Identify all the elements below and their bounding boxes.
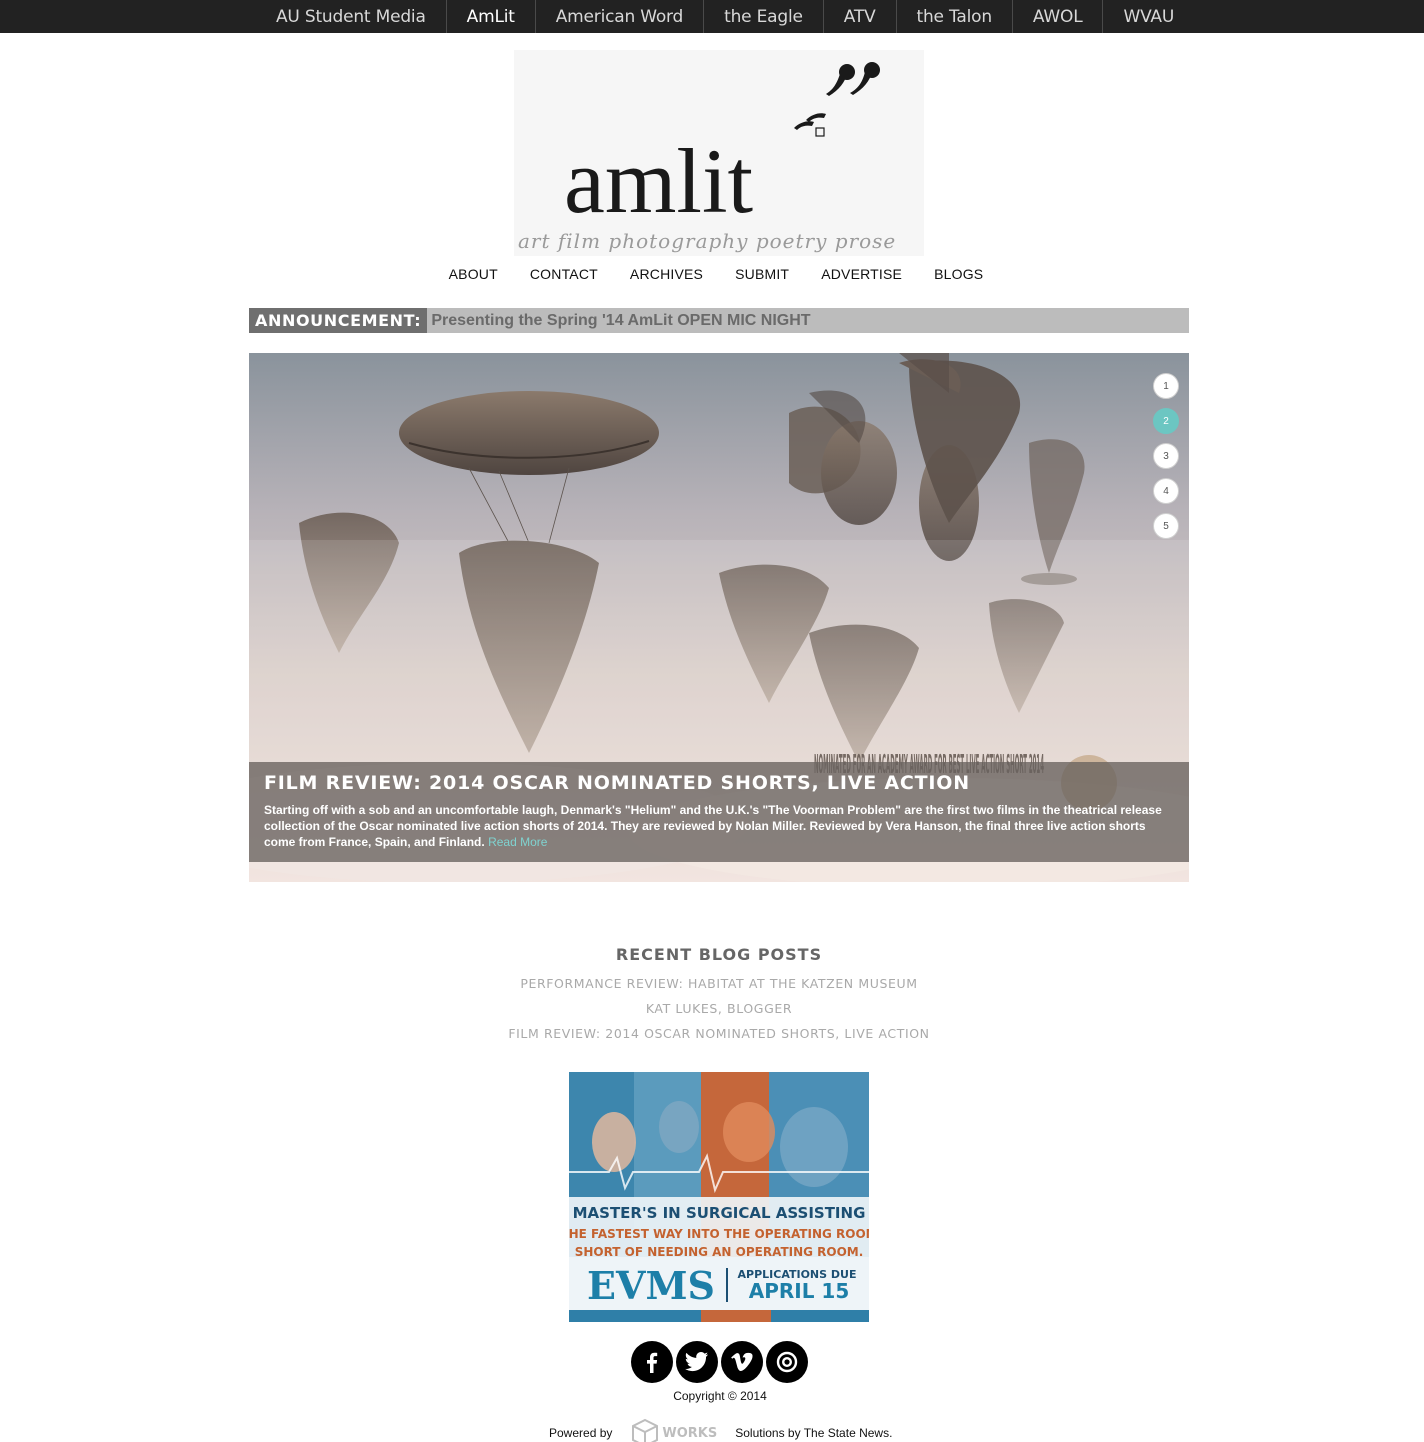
social-links (631, 1341, 808, 1383)
network-nav-the-talon[interactable]: the Talon (897, 0, 1013, 33)
main-nav-about[interactable]: ABOUT (433, 266, 514, 288)
twitter-icon[interactable] (676, 1341, 718, 1383)
powered-by-label: Powered by (549, 1426, 613, 1440)
slider-pagination: 1 2 3 4 5 (1153, 373, 1179, 539)
facebook-icon[interactable] (631, 1341, 673, 1383)
quote-mark-icon (794, 62, 880, 137)
recent-posts-heading: RECENT BLOG POSTS (615, 945, 823, 964)
ad-brand: EVMS (587, 1263, 715, 1308)
works-label: WORKS (662, 1425, 718, 1441)
featured-slider[interactable]: NOMINATED FOR AN ACADEMY AWARD FOR BEST … (249, 353, 1189, 882)
announcement-bar: ANNOUNCEMENT: Presenting the Spring '14 … (249, 308, 1189, 333)
network-nav-atv[interactable]: ATV (824, 0, 897, 33)
slider-dot-5[interactable]: 5 (1153, 513, 1179, 539)
vimeo-icon[interactable] (721, 1341, 763, 1383)
recent-post-link[interactable]: PERFORMANCE REVIEW: HABITAT AT THE KATZE… (14, 974, 1424, 999)
slider-dot-2[interactable]: 2 (1153, 408, 1179, 434)
ad-line-2: SHORT OF NEEDING AN OPERATING ROOM. (575, 1245, 864, 1259)
recent-posts-list: PERFORMANCE REVIEW: HABITAT AT THE KATZE… (0, 974, 1424, 1049)
logo-tagline: art film photography poetry prose (518, 229, 896, 253)
recent-blog-posts: RECENT BLOG POSTS PERFORMANCE REVIEW: HA… (0, 945, 1424, 1049)
logo-wordmark: amlit (564, 130, 754, 232)
solutions-link[interactable]: Solutions by The State News. (735, 1426, 892, 1440)
slider-dot-3[interactable]: 3 (1153, 443, 1179, 469)
main-nav-list: ABOUT CONTACT ARCHIVES SUBMIT ADVERTISE … (433, 266, 1000, 288)
main-nav-contact[interactable]: CONTACT (514, 266, 614, 288)
main-nav-advertise[interactable]: ADVERTISE (805, 266, 918, 288)
slide-excerpt: Starting off with a sob and an uncomfort… (264, 802, 1174, 850)
announcement-tag: ANNOUNCEMENT: (249, 308, 428, 333)
slide-excerpt-text: Starting off with a sob and an uncomfort… (264, 803, 1162, 849)
ad-headline: MASTER'S IN SURGICAL ASSISTING (573, 1204, 866, 1222)
recent-post-link[interactable]: KAT LUKES, BLOGGER (14, 999, 1424, 1024)
instagram-icon[interactable] (766, 1341, 808, 1383)
recent-post-link[interactable]: FILM REVIEW: 2014 OSCAR NOMINATED SHORTS… (14, 1024, 1424, 1049)
ad-deadline-date: APRIL 15 (749, 1279, 850, 1303)
main-nav-archives[interactable]: ARCHIVES (614, 266, 719, 288)
works-logo[interactable]: WORKS (630, 1418, 717, 1442)
network-nav-amlit[interactable]: AmLit (447, 0, 536, 33)
announcement-link[interactable]: Presenting the Spring '14 AmLit OPEN MIC… (427, 312, 810, 330)
slider-dot-4[interactable]: 4 (1153, 478, 1179, 504)
read-more-link[interactable]: Read More (488, 835, 547, 849)
works-cube-icon (632, 1418, 659, 1442)
evms-advertisement[interactable]: MASTER'S IN SURGICAL ASSISTING THE FASTE… (569, 1072, 869, 1322)
amlit-logo[interactable]: amlit art film photography poetry prose (514, 50, 924, 256)
slide-title[interactable]: FILM REVIEW: 2014 OSCAR NOMINATED SHORTS… (264, 772, 1174, 794)
ad-line-1: THE FASTEST WAY INTO THE OPERATING ROOM (569, 1227, 869, 1241)
powered-by-row: Powered by WORKS Solutions by The State … (549, 1418, 892, 1442)
network-nav-au-student-media[interactable]: AU Student Media (256, 0, 447, 33)
network-nav-list: AU Student Media AmLit American Word the… (256, 0, 1194, 33)
network-nav-american-word[interactable]: American Word (536, 0, 705, 33)
main-nav-blogs[interactable]: BLOGS (918, 266, 999, 288)
slide-caption: FILM REVIEW: 2014 OSCAR NOMINATED SHORTS… (249, 762, 1189, 862)
network-nav-bar: AU Student Media AmLit American Word the… (0, 0, 1424, 33)
network-nav-wvau[interactable]: WVAU (1103, 0, 1194, 33)
network-nav-the-eagle[interactable]: the Eagle (704, 0, 824, 33)
network-nav-awol[interactable]: AWOL (1013, 0, 1104, 33)
copyright-text: Copyright © 2014 (673, 1389, 767, 1403)
main-nav-submit[interactable]: SUBMIT (719, 266, 805, 288)
slider-dot-1[interactable]: 1 (1153, 373, 1179, 399)
main-nav: ABOUT CONTACT ARCHIVES SUBMIT ADVERTISE … (0, 266, 1424, 288)
